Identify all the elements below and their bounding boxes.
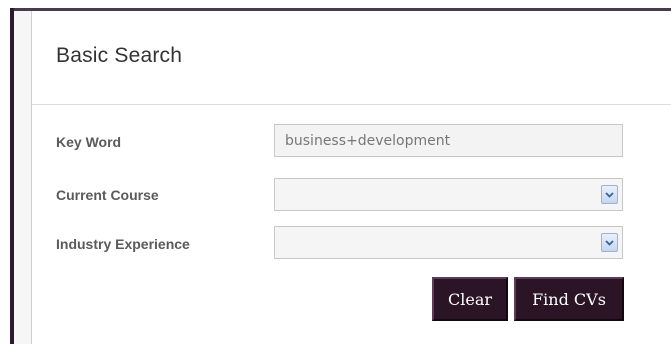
panel-gutter [14,11,31,344]
title-divider [32,104,671,105]
industry-experience-dropdown-button[interactable] [601,233,618,252]
industry-experience-label: Industry Experience [56,236,190,252]
industry-experience-select[interactable] [274,226,623,259]
current-course-dropdown-button[interactable] [601,185,618,204]
page-title: Basic Search [56,44,183,67]
keyword-label: Key Word [56,134,122,150]
keyword-field-wrapper [274,124,623,157]
clear-button[interactable]: Clear [432,277,508,321]
current-course-label: Current Course [56,187,159,203]
chevron-down-icon [605,191,614,198]
keyword-input[interactable] [275,125,622,156]
current-course-select[interactable] [274,178,623,211]
search-window: Basic Search Key Word Current Course Ind… [0,0,671,344]
find-cvs-button[interactable]: Find CVs [514,277,624,321]
chevron-down-icon [605,239,614,246]
